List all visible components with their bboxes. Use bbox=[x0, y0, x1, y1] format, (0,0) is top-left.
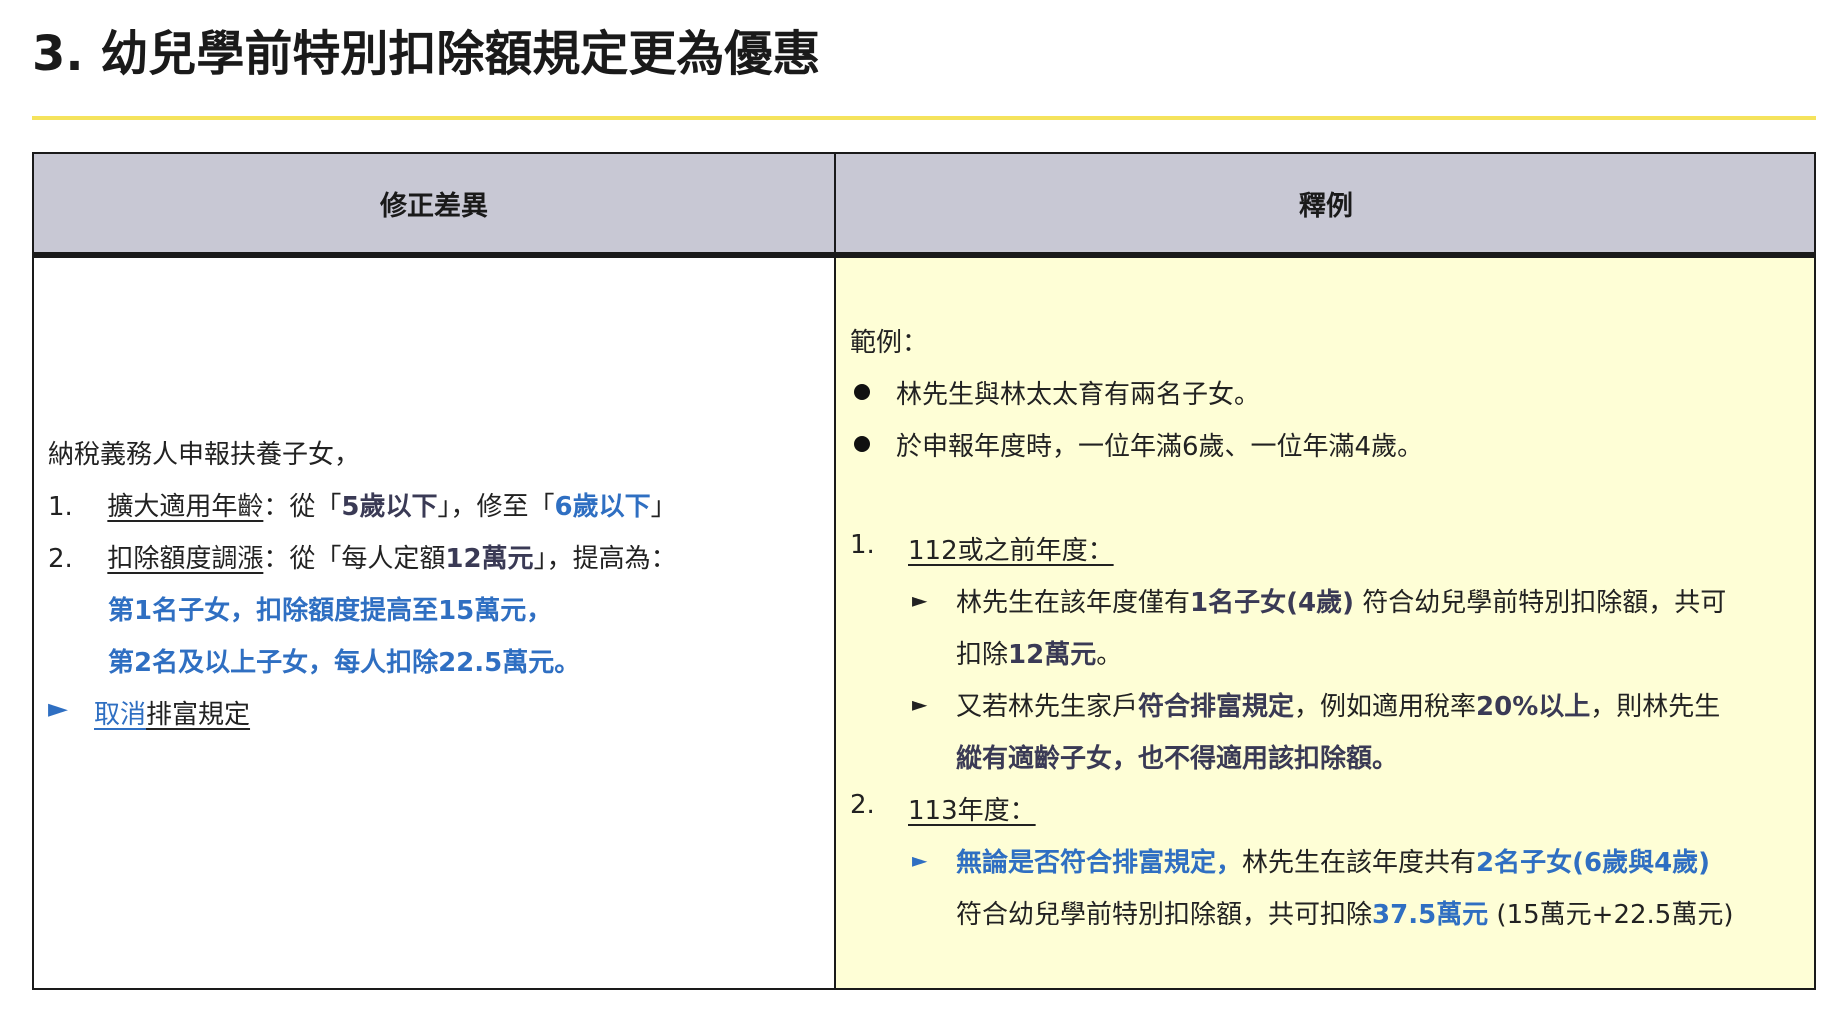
s2p2-a: 符合幼兒學前特別扣除額，共可扣除 bbox=[956, 900, 1373, 930]
item-1-number: 1. bbox=[48, 492, 73, 522]
section-1-para-1-line-1: 林先生在該年度僅有1名子女(4歲) 符合幼兒學前特別扣除額，共可 bbox=[956, 582, 1726, 619]
s1p2-c: ，例如適用稅率 bbox=[1294, 692, 1477, 722]
example-bullet-2: 於申報年度時，一位年滿6歲、一位年滿4歲。 bbox=[896, 432, 1424, 462]
s1p1-c: 符合幼兒學前特別扣除額，共可 bbox=[1353, 588, 1727, 618]
section-2-para-line-2: 符合幼兒學前特別扣除額，共可扣除37.5萬元 (15萬元+22.5萬元) bbox=[956, 894, 1733, 931]
s2p1-c: 2名子女(6歲與4歲) bbox=[1476, 848, 1711, 878]
header-differences: 修正差異 bbox=[380, 190, 488, 222]
item-1-term: 擴大適用年齡 bbox=[107, 492, 264, 522]
section-1-para-2-line-2: 縱有適齡子女，也不得適用該扣除額。 bbox=[956, 744, 1399, 774]
section-1-para-2-line-1: 又若林先生家戶符合排富規定，例如適用稅率20%以上，則林先生 bbox=[956, 686, 1720, 723]
item-1-text-a: ：從「 bbox=[263, 492, 342, 522]
s2p1-b: 林先生在該年度共有 bbox=[1242, 848, 1477, 878]
section-2-heading: 113年度： bbox=[908, 796, 1036, 826]
section-2-number: 2. bbox=[850, 790, 875, 820]
s1p2-b: 符合排富規定 bbox=[1138, 692, 1295, 722]
s1p1-b: 1名子女(4歲) bbox=[1190, 588, 1354, 618]
table-header: 修正差異 釋例 bbox=[34, 154, 1814, 258]
left-intro: 納稅義務人申報扶養子女， bbox=[48, 440, 361, 470]
triangle-bullet-icon: ► bbox=[912, 692, 928, 716]
item-2-first-child: 第1名子女，扣除額度提高至15萬元， bbox=[108, 596, 553, 626]
item-2-text-a: ：從「每人定額 bbox=[263, 544, 446, 574]
left-item-1: 1. 擴大適用年齡：從「5歲以下」，修至「6歲以下」 bbox=[48, 486, 677, 523]
section-1-para-1-line-2: 扣除12萬元。 bbox=[956, 634, 1122, 671]
item-2-old-amount: 12萬元 bbox=[445, 544, 534, 574]
item-2-number: 2. bbox=[48, 544, 73, 574]
s1p2-d: 20%以上 bbox=[1476, 692, 1591, 722]
item-1-text-c: 」 bbox=[650, 492, 677, 522]
left-item-2: 2. 扣除額度調漲：從「每人定額12萬元」，提高為： bbox=[48, 538, 677, 575]
s1p2-a: 又若林先生家戶 bbox=[956, 692, 1139, 722]
triangle-bullet-icon: ► bbox=[912, 588, 928, 612]
example-label: 範例： bbox=[850, 328, 929, 358]
s1p1-f: 。 bbox=[1096, 640, 1123, 670]
header-examples: 釋例 bbox=[1299, 190, 1353, 222]
section-1-number: 1. bbox=[850, 530, 875, 560]
s1p1-e: 12萬元 bbox=[1008, 640, 1097, 670]
left-item-3: 取消排富規定 bbox=[94, 694, 250, 731]
item-3-rest: 排富規定 bbox=[146, 700, 251, 730]
s1p1-d: 扣除 bbox=[956, 640, 1009, 670]
item-2-second-child: 第2名及以上子女，每人扣除22.5萬元。 bbox=[108, 648, 581, 678]
comparison-table: 修正差異 釋例 納稅義務人申報扶養子女， 1. 擴大適用年齡：從「5歲以下」，修… bbox=[32, 152, 1816, 990]
item-2-term: 扣除額度調漲 bbox=[107, 544, 264, 574]
item-2-text-b: 」，提高為： bbox=[533, 544, 677, 574]
bullet-dot-icon bbox=[854, 436, 870, 452]
arrow-icon: ► bbox=[48, 694, 68, 724]
section-1-heading: 112或之前年度： bbox=[908, 536, 1114, 566]
section-2-para-line-1: 無論是否符合排富規定，林先生在該年度共有2名子女(6歲與4歲) bbox=[956, 842, 1710, 879]
item-1-text-b: 」，修至「 bbox=[437, 492, 555, 522]
page-title: 3. 幼兒學前特別扣除額規定更為優惠 bbox=[32, 26, 821, 82]
triangle-bullet-icon: ► bbox=[912, 848, 928, 872]
bullet-dot-icon bbox=[854, 384, 870, 400]
title-divider bbox=[32, 116, 1816, 120]
item-3-cancel: 取消 bbox=[94, 700, 147, 730]
s1p2-e: ，則林先生 bbox=[1590, 692, 1721, 722]
s2p2-b: 37.5萬元 bbox=[1372, 900, 1489, 930]
item-1-new-age: 6歲以下 bbox=[554, 492, 651, 522]
differences-cell: 納稅義務人申報扶養子女， 1. 擴大適用年齡：從「5歲以下」，修至「6歲以下」 … bbox=[34, 258, 834, 988]
example-bullet-1: 林先生與林太太育有兩名子女。 bbox=[896, 380, 1261, 410]
examples-cell: 範例： 林先生與林太太育有兩名子女。 於申報年度時，一位年滿6歲、一位年滿4歲。… bbox=[836, 258, 1814, 988]
s2p1-a: 無論是否符合排富規定， bbox=[956, 848, 1243, 878]
item-1-old-age: 5歲以下 bbox=[341, 492, 438, 522]
s1p1-a: 林先生在該年度僅有 bbox=[956, 588, 1191, 618]
s2p2-c: (15萬元+22.5萬元) bbox=[1488, 900, 1734, 930]
